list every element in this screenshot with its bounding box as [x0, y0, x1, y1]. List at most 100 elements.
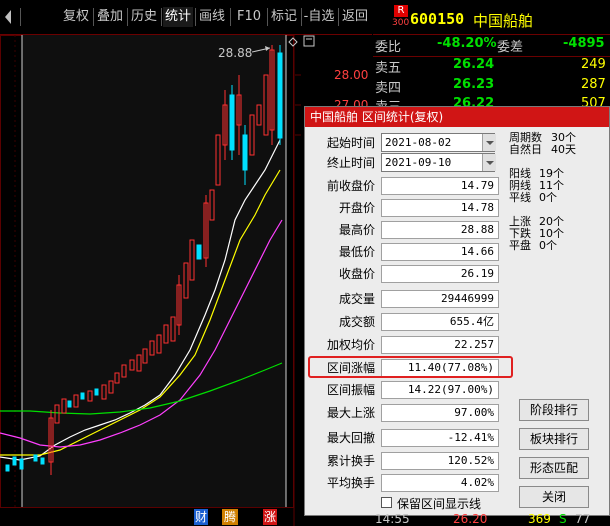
- stat-label: 最低价: [338, 245, 375, 259]
- start-date-dropdown-icon[interactable]: [482, 134, 496, 151]
- ask-volume: 287: [581, 77, 606, 92]
- candle-down: [40, 457, 45, 465]
- toolbar-divider: [93, 8, 94, 26]
- natural-days-label: 自然日: [509, 143, 542, 156]
- finance-tag[interactable]: 财: [194, 509, 208, 525]
- toolbar-divider: [20, 8, 21, 26]
- toolbar-divider: [195, 8, 196, 26]
- stat-row: 加权均价 22.257: [305, 334, 505, 356]
- stage-ranking-button[interactable]: 阶段排行: [519, 399, 589, 421]
- stat-label: 累计换手: [326, 454, 375, 468]
- ask-label: 卖五: [375, 61, 402, 76]
- interval-stats-dialog: 中国船舶 区间统计(复权) 起始时间 2021-08-02 终止时间 2021-…: [304, 106, 610, 516]
- stat-row: 区间振幅 14.22(97.00%): [305, 379, 505, 401]
- tick-side: S: [559, 512, 567, 526]
- tick-extra: 77: [575, 512, 591, 526]
- stat-value: 120.52%: [381, 452, 499, 470]
- stat-label: 区间振幅: [326, 383, 375, 397]
- tb-back-button[interactable]: 返回: [340, 7, 370, 27]
- pattern-match-button[interactable]: 形态匹配: [519, 457, 589, 479]
- keep-interval-lines-checkbox[interactable]: [381, 497, 392, 508]
- candle-down: [67, 400, 72, 408]
- stat-label: 成交额: [338, 315, 375, 329]
- tb-f10-button[interactable]: F10: [233, 7, 265, 27]
- stat-label: 最高价: [338, 223, 375, 237]
- candle-down: [80, 392, 85, 400]
- candle-down: [19, 458, 24, 470]
- tb-fuquan-button[interactable]: 复权: [61, 7, 91, 27]
- ask-price: 26.24: [453, 57, 495, 72]
- start-date-picker[interactable]: 2021-08-02: [381, 133, 495, 152]
- flat-days-label: 平盘: [509, 239, 531, 252]
- stat-label: 平均换手: [326, 476, 375, 490]
- stat-row: 收盘价 26.19: [305, 263, 505, 285]
- stat-row: 最大上涨 97.00%: [305, 402, 505, 424]
- candle-down: [12, 456, 17, 466]
- candle-down: [94, 388, 99, 396]
- natural-days-value: 40天: [551, 143, 576, 156]
- limit-up-tag[interactable]: 涨: [263, 509, 277, 525]
- tick-time: 14:55: [375, 512, 410, 526]
- end-date-picker[interactable]: 2021-09-10: [381, 153, 495, 172]
- stat-label: 开盘价: [338, 201, 375, 215]
- stock-code: 600150: [410, 10, 465, 28]
- stat-value: 22.257: [381, 336, 499, 354]
- dialog-title[interactable]: 中国船舶 区间统计(复权): [305, 107, 609, 127]
- r-badge-letter: R: [394, 5, 408, 17]
- stat-label: 加权均价: [326, 338, 375, 352]
- stat-value: 14.78: [381, 199, 499, 217]
- tick-row: 14:55 26.20 369 S 77: [373, 512, 610, 526]
- stat-label: 最大回撤: [326, 431, 375, 445]
- flat-line-label: 平线: [509, 191, 531, 204]
- stat-label: 前收盘价: [326, 179, 375, 193]
- peak-price-label: 28.88: [218, 46, 253, 60]
- stat-value: 4.02%: [381, 474, 499, 492]
- tb-overlay-button[interactable]: 叠加: [95, 7, 125, 27]
- keep-interval-lines-label[interactable]: 保留区间显示线: [397, 495, 481, 512]
- candle-down: [5, 464, 10, 472]
- tb-mark-button[interactable]: 标记: [269, 7, 299, 27]
- stat-value: 14.22(97.00%): [381, 381, 499, 399]
- toolbar-divider: [338, 8, 339, 26]
- sector-ranking-button[interactable]: 板块排行: [519, 428, 589, 450]
- close-button[interactable]: 关闭: [519, 486, 589, 508]
- stat-value: -12.41%: [381, 429, 499, 447]
- tb-history-button[interactable]: 历史: [129, 7, 159, 27]
- stat-label: 成交量: [338, 292, 375, 306]
- weicha-label: 委差: [497, 40, 524, 55]
- tb-watchlist-remove-button[interactable]: -自选: [302, 7, 336, 27]
- tb-draw-button[interactable]: 画线: [197, 7, 227, 27]
- stock-app: 复权 叠加 历史 统计 画线 F10 标记 -自选 返回 28.00 27.00…: [0, 0, 610, 526]
- tb-stats-button[interactable]: 统计: [163, 7, 193, 27]
- toolbar-divider: [267, 8, 268, 26]
- selected-interval-region: [22, 35, 286, 507]
- stat-row: 开盘价 14.78: [305, 197, 505, 219]
- stat-value: 14.79: [381, 177, 499, 195]
- toolbar-divider: [230, 8, 231, 26]
- weicha-value: -4895: [563, 36, 605, 51]
- bid-ask-ratio-row: 委比 -48.20% 委差 -4895: [373, 35, 610, 55]
- fullscreen-icon: [303, 35, 315, 47]
- scroll-left-icon[interactable]: [3, 9, 13, 25]
- stat-row: 累计换手 120.52%: [305, 450, 505, 472]
- ask-volume: 249: [581, 57, 606, 72]
- stat-label: 收盘价: [338, 267, 375, 281]
- stat-value: 97.00%: [381, 404, 499, 422]
- webi-label: 委比: [375, 40, 402, 55]
- flat-days-value: 0个: [539, 239, 557, 252]
- news-tag[interactable]: 腾: [222, 509, 238, 525]
- stat-row: 最低价 14.66: [305, 241, 505, 263]
- end-date-dropdown-icon[interactable]: [482, 154, 496, 171]
- toolbar-divider: [161, 8, 162, 26]
- stat-value: 26.19: [381, 265, 499, 283]
- stock-name: 中国船舶: [473, 12, 534, 30]
- stat-row: 成交量 29446999: [305, 288, 505, 310]
- r-badge-number: 300: [392, 18, 410, 28]
- webi-value: -48.20%: [437, 36, 497, 51]
- stat-row: 最高价 28.88: [305, 219, 505, 241]
- ask-label: 卖四: [375, 81, 402, 96]
- flat-line-value: 0个: [539, 191, 557, 204]
- end-date-label: 终止时间: [326, 156, 375, 170]
- ask-row-4: 卖四 26.23 287: [373, 76, 610, 96]
- r-badge: R 300: [392, 5, 410, 28]
